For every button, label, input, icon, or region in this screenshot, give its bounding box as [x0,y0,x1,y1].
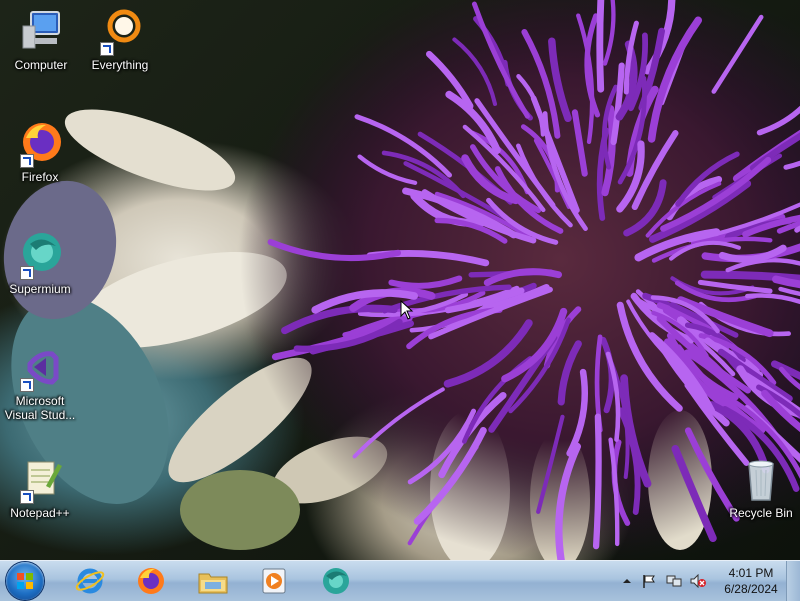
taskbar-supermium-button[interactable] [310,563,362,599]
desktop-icon-label: Supermium [1,282,79,296]
file-explorer-icon [197,566,229,596]
computer-icon [17,8,65,56]
desktop-icon-label: Recycle Bin [722,506,800,520]
volume-muted-icon [690,574,706,588]
taskbar-media-player-button[interactable] [248,563,300,599]
desktop-icon-everything[interactable]: Everything [81,8,159,72]
volume-button[interactable] [690,574,704,588]
taskbar-clock[interactable]: 4:01 PM 6/28/2024 [722,565,780,597]
desktop-icon-recycle-bin[interactable]: Recycle Bin [722,456,800,520]
shortcut-arrow-icon [20,490,34,504]
taskbar-file-explorer-button[interactable] [187,563,239,599]
supermium-icon [16,232,64,280]
desktop-icon-computer[interactable]: Computer [2,8,80,72]
recycle-bin-icon [737,456,785,504]
start-button[interactable] [6,562,44,600]
internet-explorer-icon [75,566,105,596]
supermium-icon [321,566,351,596]
visual-studio-icon [16,344,64,392]
notepad-plus-plus-icon [16,456,64,504]
shortcut-arrow-icon [20,154,34,168]
shortcut-arrow-icon [20,266,34,280]
show-hidden-icons-button[interactable] [620,574,634,588]
firefox-icon [136,566,166,596]
everything-search-icon [96,8,144,56]
desktop-icon-label: Notepad++ [1,506,79,520]
flag-icon [642,574,656,588]
desktop-icon-label: Firefox [1,170,79,184]
media-player-icon [259,566,289,596]
taskbar-firefox-button[interactable] [125,563,177,599]
network-icon [666,574,682,588]
desktop-icon-visual-studio[interactable]: Microsoft Visual Stud... [1,344,79,422]
shortcut-arrow-icon [100,42,114,56]
desktop-icon-firefox[interactable]: Firefox [1,120,79,184]
clock-time: 4:01 PM [722,565,780,581]
desktop-icon-supermium[interactable]: Supermium [1,232,79,296]
firefox-icon [16,120,64,168]
mouse-cursor-icon [400,300,414,320]
taskbar-internet-explorer-button[interactable] [64,563,116,599]
desktop-icon-label: Computer [2,58,80,72]
wallpaper-flower-image [0,0,800,560]
wallpaper-filament [600,0,601,89]
clock-date: 6/28/2024 [722,581,780,597]
network-status-button[interactable] [666,574,680,588]
chevron-up-icon [620,574,634,588]
action-center-button[interactable] [642,574,656,588]
desktop-icon-label: Everything [81,58,159,72]
show-desktop-button[interactable] [786,561,800,601]
desktop-background[interactable]: Computer Everything Firefox [0,0,800,560]
desktop-icon-label: Microsoft Visual Stud... [1,394,79,422]
taskbar: 4:01 PM 6/28/2024 [0,560,800,601]
wallpaper-filament [596,417,598,546]
shortcut-arrow-icon [20,378,34,392]
desktop-icon-notepad-plus-plus[interactable]: Notepad++ [1,456,79,520]
windows-logo-icon [6,562,44,600]
